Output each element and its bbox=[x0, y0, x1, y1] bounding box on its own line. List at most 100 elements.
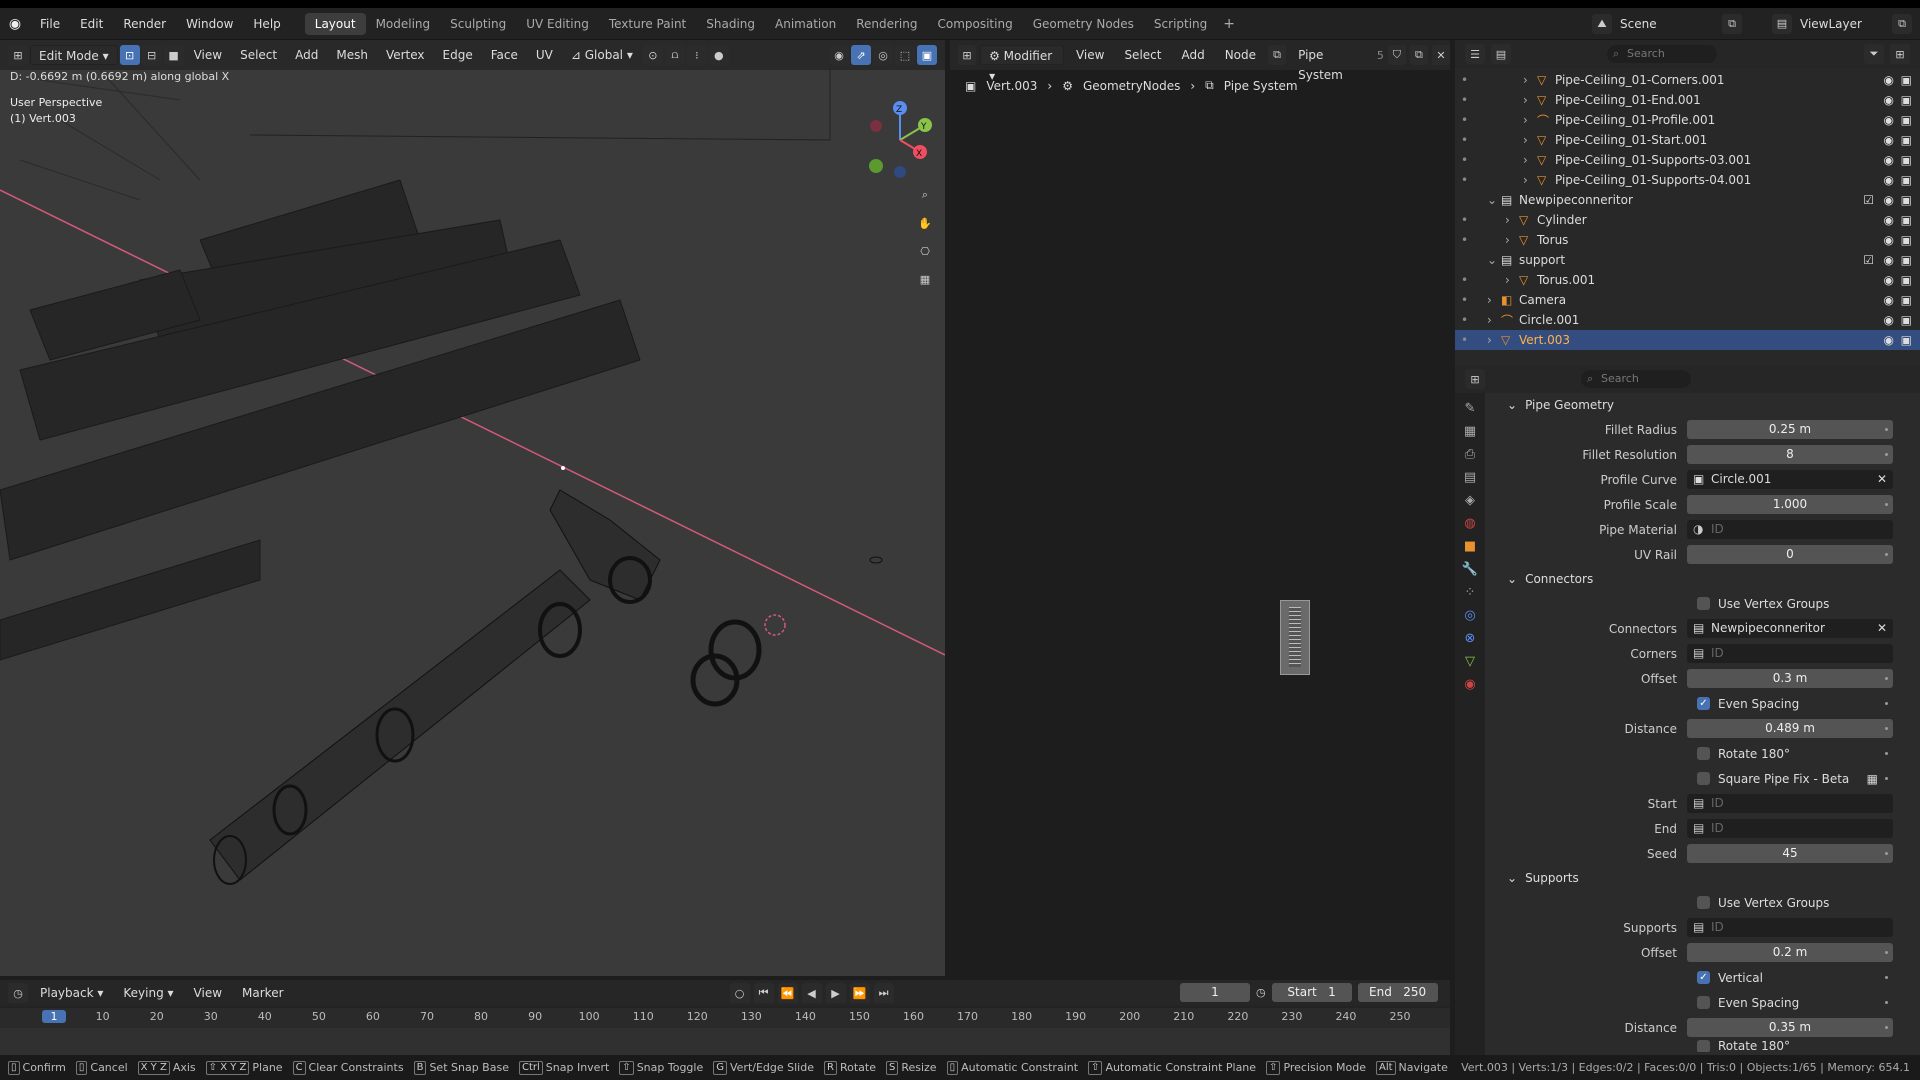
scene-icon[interactable]: ⛰ bbox=[1592, 13, 1612, 34]
output-tab-icon[interactable]: ⎙ bbox=[1465, 447, 1475, 462]
chevron-right-icon[interactable]: › bbox=[1505, 213, 1519, 227]
start-frame-field[interactable]: Start 1 bbox=[1271, 983, 1352, 1002]
prev-keyframe-icon[interactable]: ⏪ bbox=[777, 983, 798, 1003]
keyframe-dot-icon[interactable] bbox=[1885, 852, 1888, 855]
menu-face[interactable]: Face bbox=[483, 45, 526, 65]
menu-render[interactable]: Render bbox=[113, 13, 176, 35]
tab-modeling[interactable]: Modeling bbox=[366, 13, 441, 35]
node-editor-type-icon[interactable]: ⊞ bbox=[958, 45, 977, 65]
eye-icon[interactable]: ◉ bbox=[1884, 153, 1894, 167]
supports-rotate-180-checkbox[interactable] bbox=[1697, 1040, 1710, 1052]
outliner-row[interactable]: • › ▽ Pipe-Ceiling_01-Supports-03.001 ◉ ▣ bbox=[1455, 150, 1920, 170]
navigation-gizmo[interactable]: Z Y X bbox=[860, 100, 940, 180]
ortho-grid-icon[interactable]: ▦ bbox=[915, 269, 935, 289]
properties-type-icon[interactable]: ⊞ bbox=[1465, 369, 1485, 389]
section-connectors[interactable]: ⌄ Connectors bbox=[1497, 567, 1912, 591]
keyframe-dot-icon[interactable] bbox=[1885, 503, 1888, 506]
camera-render-icon[interactable]: ▣ bbox=[1901, 153, 1912, 167]
section-pipe-geometry[interactable]: ⌄ Pipe Geometry bbox=[1497, 393, 1912, 417]
modifier-tab-icon[interactable]: 🔧 bbox=[1462, 562, 1478, 577]
blender-logo-icon[interactable]: ◉ bbox=[0, 16, 30, 32]
camera-render-icon[interactable]: ▣ bbox=[1901, 333, 1912, 347]
tab-rendering[interactable]: Rendering bbox=[846, 13, 927, 35]
section-supports[interactable]: ⌄ Supports bbox=[1497, 866, 1912, 890]
distance-field[interactable]: 0.489 m bbox=[1687, 719, 1893, 738]
eye-icon[interactable]: ◉ bbox=[1884, 273, 1894, 287]
menu-select[interactable]: Select bbox=[232, 45, 285, 65]
tab-texture-paint[interactable]: Texture Paint bbox=[599, 13, 696, 35]
node-editor[interactable]: ⊞ ⚙ Modifier ▾ View Select Add Node ⧉ Pi… bbox=[950, 40, 1450, 976]
eye-icon[interactable]: ◉ bbox=[1884, 133, 1894, 147]
world-tab-icon[interactable]: ◍ bbox=[1464, 516, 1475, 531]
data-tab-icon[interactable]: ▽ bbox=[1465, 654, 1475, 669]
keyframe-dot-icon[interactable] bbox=[1885, 677, 1888, 680]
start-field[interactable]: ▤ ID bbox=[1687, 794, 1893, 813]
pan-hand-icon[interactable]: ✋ bbox=[915, 213, 935, 233]
chevron-right-icon[interactable]: › bbox=[1523, 153, 1537, 167]
supports-use-vertex-groups-checkbox[interactable] bbox=[1697, 896, 1710, 909]
outliner-type-icon[interactable]: ☰ bbox=[1465, 44, 1485, 64]
snap-target-icon[interactable]: ⁝ bbox=[686, 45, 707, 65]
outliner-row[interactable]: • › ▽ Torus.001 ◉ ▣ bbox=[1455, 270, 1920, 290]
outliner-search-input[interactable]: ⌕ Search bbox=[1607, 45, 1717, 63]
editor-type-icon[interactable]: ⊞ bbox=[8, 45, 28, 65]
properties-editor[interactable]: ⊞ ⌕ Search ✎ ▦ ⎙ ▤ ◈ ◍ ■ 🔧 ⁘ ◎ ⊗ ▽ ◉ ⌄ Pi… bbox=[1455, 365, 1920, 1055]
chevron-right-icon[interactable]: › bbox=[1523, 73, 1537, 87]
chevron-right-icon[interactable]: › bbox=[1505, 233, 1519, 247]
xray-icon[interactable]: ▣ bbox=[917, 45, 937, 65]
vertical-checkbox[interactable]: ✓ bbox=[1697, 971, 1710, 984]
keyframe-dot-icon[interactable] bbox=[1885, 428, 1888, 431]
add-workspace-icon[interactable]: + bbox=[1217, 16, 1241, 32]
supports-offset-field[interactable]: 0.2 m bbox=[1687, 943, 1893, 962]
close-icon[interactable]: ✕ bbox=[1877, 619, 1887, 638]
menu-file[interactable]: File bbox=[30, 13, 70, 35]
timeline[interactable]: ◷ Playback ▾ Keying ▾ View Marker ○ ⏮ ⏪ … bbox=[0, 980, 1450, 1055]
use-vertex-groups-checkbox[interactable] bbox=[1697, 597, 1710, 610]
constraints-tab-icon[interactable]: ⊗ bbox=[1465, 631, 1476, 646]
tab-shading[interactable]: Shading bbox=[696, 13, 765, 35]
chevron-right-icon[interactable]: › bbox=[1523, 93, 1537, 107]
scene-tab-icon[interactable]: ◈ bbox=[1465, 493, 1475, 508]
outliner[interactable]: ☰ ▤ ⌕ Search ⏷ ⊞ • › ▽ Pipe-Ceiling_01-Corn… bbox=[1455, 40, 1920, 365]
record-icon[interactable]: ○ bbox=[729, 983, 750, 1003]
menu-edge[interactable]: Edge bbox=[435, 45, 481, 65]
chevron-down-icon[interactable]: ⌄ bbox=[1487, 253, 1501, 267]
checkbox-icon[interactable]: ☑ bbox=[1863, 193, 1874, 207]
eye-icon[interactable]: ◉ bbox=[1884, 193, 1894, 207]
scene-name[interactable]: Scene bbox=[1612, 17, 1722, 31]
render-tab-icon[interactable]: ▦ bbox=[1464, 424, 1476, 439]
eye-icon[interactable]: ◉ bbox=[1884, 333, 1894, 347]
chevron-right-icon[interactable]: › bbox=[1487, 313, 1501, 327]
camera-render-icon[interactable]: ▣ bbox=[1901, 73, 1912, 87]
node-cluster[interactable] bbox=[1280, 600, 1310, 675]
camera-render-icon[interactable]: ▣ bbox=[1901, 193, 1912, 207]
properties-search-input[interactable]: ⌕ Search bbox=[1581, 370, 1691, 388]
unlink-icon[interactable]: ✕ bbox=[1431, 45, 1450, 65]
checkbox-icon[interactable]: ☑ bbox=[1863, 253, 1874, 267]
chevron-right-icon[interactable]: › bbox=[1487, 333, 1501, 347]
seed-field[interactable]: 45 bbox=[1687, 844, 1893, 863]
menu-timeline-view[interactable]: View bbox=[186, 983, 230, 1003]
outliner-row[interactable]: • › ▽ Pipe-Ceiling_01-Start.001 ◉ ▣ bbox=[1455, 130, 1920, 150]
menu-view[interactable]: View bbox=[186, 45, 230, 65]
eye-icon[interactable]: ◉ bbox=[1884, 253, 1894, 267]
timeline-ruler[interactable]: 1 10 20 30 40 50 60 70 80 90 100 110 120 130 140 150 160… bbox=[0, 1008, 1450, 1028]
pipe-material-field[interactable]: ◑ ID bbox=[1687, 520, 1893, 539]
eye-icon[interactable]: ◉ bbox=[1884, 173, 1894, 187]
snap-icon[interactable]: ⩍ bbox=[664, 45, 685, 65]
menu-help[interactable]: Help bbox=[243, 13, 290, 35]
tab-sculpting[interactable]: Sculpting bbox=[440, 13, 516, 35]
menu-playback[interactable]: Playback ▾ bbox=[32, 983, 111, 1003]
outliner-row[interactable]: ⌄ ▤ support ☑ ◉ ▣ bbox=[1455, 250, 1920, 270]
profile-scale-field[interactable]: 1.000 bbox=[1687, 495, 1893, 514]
object-tab-icon[interactable]: ■ bbox=[1464, 539, 1476, 554]
ne-menu-select[interactable]: Select bbox=[1116, 45, 1169, 65]
chevron-right-icon[interactable]: › bbox=[1523, 173, 1537, 187]
camera-render-icon[interactable]: ▣ bbox=[1901, 253, 1912, 267]
offset-field[interactable]: 0.3 m bbox=[1687, 669, 1893, 688]
outliner-row[interactable]: • › ▽ Pipe-Ceiling_01-Corners.001 ◉ ▣ bbox=[1455, 70, 1920, 90]
keyframe-dot-icon[interactable] bbox=[1885, 702, 1888, 705]
eye-icon[interactable]: ◉ bbox=[1884, 233, 1894, 247]
jump-end-icon[interactable]: ⏭ bbox=[873, 983, 894, 1003]
supports-field[interactable]: ▤ ID bbox=[1687, 918, 1893, 937]
